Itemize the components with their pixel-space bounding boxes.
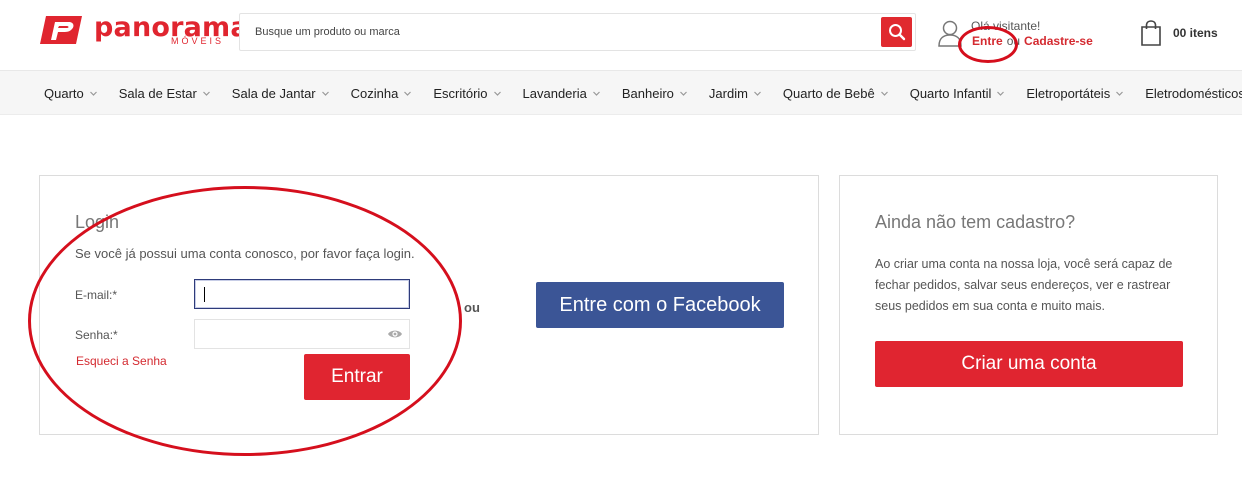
nav-item-label: Escritório <box>433 86 488 101</box>
register-title: Ainda não tem cadastro? <box>875 212 1076 232</box>
email-field[interactable] <box>194 279 410 309</box>
create-account-button[interactable]: Criar uma conta <box>875 341 1183 387</box>
chevron-down-icon <box>997 91 1005 96</box>
password-field[interactable] <box>194 319 410 349</box>
nav-item-label: Cozinha <box>350 86 399 101</box>
user-icon[interactable] <box>937 19 963 47</box>
login-description: Se você já possui uma conta conosco, por… <box>75 246 415 261</box>
email-label: E-mail:* <box>75 288 118 302</box>
nav-item-label: Banheiro <box>621 86 674 101</box>
nav-item-quarto-de-bebe[interactable]: Quarto de Bebê <box>783 86 889 101</box>
text-caret <box>204 287 205 302</box>
chevron-down-icon <box>592 91 600 96</box>
chevron-down-icon <box>321 91 329 96</box>
nav-item-label: Quarto de Bebê <box>782 86 875 101</box>
cart-count: 00 itens <box>1173 26 1218 40</box>
site-header: panorama MÓVEIS Olá visitante! EntreouCa… <box>0 0 1242 70</box>
search-button[interactable] <box>881 17 912 47</box>
register-description: Ao criar uma conta na nossa loja, você s… <box>875 257 1173 313</box>
eye-icon[interactable] <box>387 328 403 340</box>
chevron-down-icon <box>89 91 97 96</box>
nav-item-escritorio[interactable]: Escritório <box>433 86 501 101</box>
logo[interactable]: panorama MÓVEIS <box>38 12 249 50</box>
chevron-down-icon <box>493 91 501 96</box>
nav-item-eletrodomesticos[interactable]: Eletrodomésticos <box>1145 86 1242 101</box>
nav-item-quarto[interactable]: Quarto <box>44 86 98 101</box>
login-link[interactable]: Entre <box>972 34 1003 48</box>
password-label: Senha:* <box>75 328 118 342</box>
register-card: Ainda não tem cadastro? Ao criar uma con… <box>839 175 1218 435</box>
nav-item-jardim[interactable]: Jardim <box>709 86 762 101</box>
cart[interactable]: 00 itens <box>1140 20 1230 46</box>
nav-item-label: Quarto <box>44 86 84 101</box>
forgot-password-link[interactable]: Esqueci a Senha <box>76 354 167 368</box>
register-link[interactable]: Cadastre-se <box>1024 34 1093 48</box>
login-submit-button[interactable]: Entrar <box>304 354 410 400</box>
nav-item-label: Lavanderia <box>522 86 587 101</box>
nav-item-sala-de-estar[interactable]: Sala de Estar <box>119 86 211 101</box>
logo-mark-icon <box>40 16 82 44</box>
nav-item-label: Sala de Estar <box>118 86 197 101</box>
nav-item-eletroportateis[interactable]: Eletroportáteis <box>1026 86 1124 101</box>
chevron-down-icon <box>1116 91 1124 96</box>
nav-item-quarto-infantil[interactable]: Quarto Infantil <box>910 86 1006 101</box>
chevron-down-icon <box>880 91 888 96</box>
login-card: Login Se você já possui uma conta conosc… <box>39 175 819 435</box>
nav-item-label: Quarto Infantil <box>909 86 992 101</box>
chevron-down-icon <box>202 91 210 96</box>
nav-item-banheiro[interactable]: Banheiro <box>622 86 688 101</box>
login-title: Login <box>75 212 120 232</box>
search-bar <box>239 13 916 51</box>
nav-item-label: Jardim <box>708 86 748 101</box>
nav-item-label: Eletroportáteis <box>1026 86 1111 101</box>
chevron-down-icon <box>753 91 761 96</box>
account-area: Olá visitante! Entre ou Cadastre-se <box>937 17 1107 51</box>
greeting-text: Olá visitante! <box>971 19 1041 33</box>
auth-links: Entre ou Cadastre-se <box>972 34 1093 48</box>
nav-item-label: Sala de Jantar <box>231 86 316 101</box>
nav-item-lavanderia[interactable]: Lavanderia <box>523 86 601 101</box>
chevron-down-icon <box>404 91 412 96</box>
shopping-bag-icon <box>1141 20 1161 46</box>
auth-or-text: ou <box>1006 34 1021 48</box>
or-separator: ou <box>464 300 480 315</box>
chevron-down-icon <box>679 91 687 96</box>
nav-item-sala-de-jantar[interactable]: Sala de Jantar <box>232 86 330 101</box>
nav-item-cozinha[interactable]: Cozinha <box>351 86 413 101</box>
category-nav: Quarto Sala de Estar Sala de Jantar Cozi… <box>0 70 1242 115</box>
search-input[interactable] <box>240 14 880 50</box>
facebook-login-button[interactable]: Entre com o Facebook <box>536 282 784 328</box>
category-list: Quarto Sala de Estar Sala de Jantar Cozi… <box>44 71 1242 116</box>
brand-subtitle: MÓVEIS <box>171 36 225 46</box>
search-icon <box>888 24 905 41</box>
nav-item-label: Eletrodomésticos <box>1145 86 1242 101</box>
